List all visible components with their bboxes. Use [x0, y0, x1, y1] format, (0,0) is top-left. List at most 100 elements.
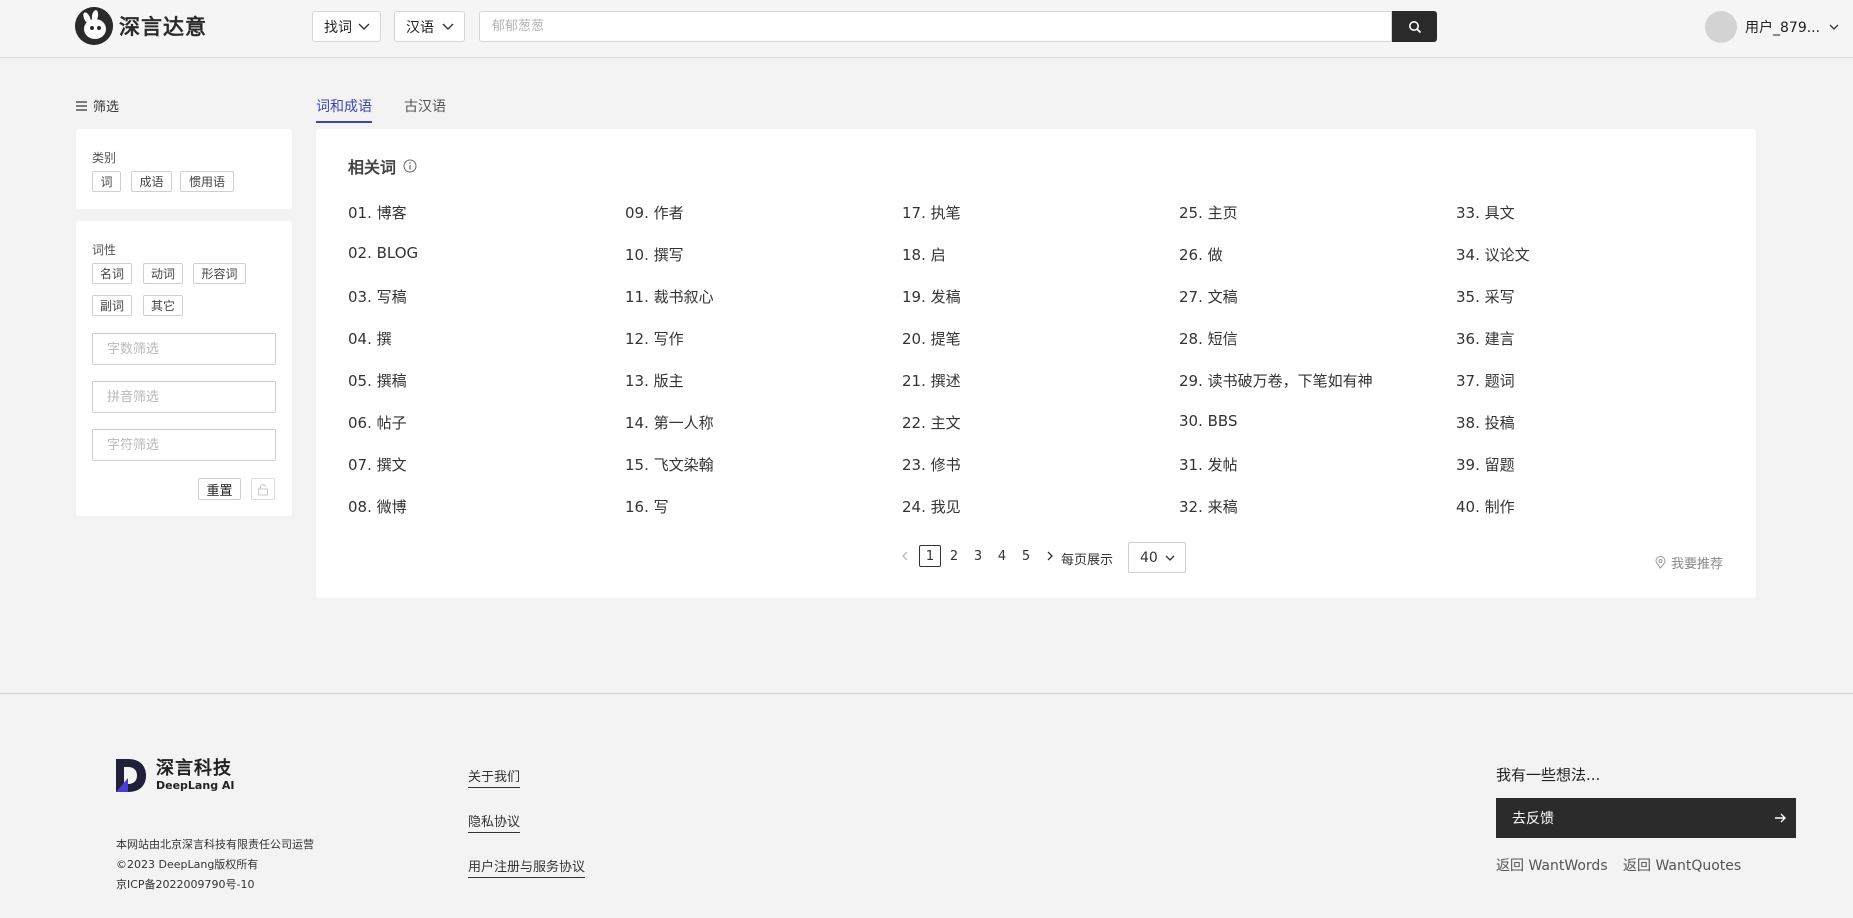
pinyin-input[interactable]	[93, 382, 275, 412]
character-input[interactable]	[93, 430, 275, 460]
result-word[interactable]: 19. 发稿	[902, 286, 961, 307]
feedback-prompt: 我有一些想法...	[1496, 766, 1601, 784]
result-word[interactable]: 02. BLOG	[348, 244, 418, 262]
search-input[interactable]	[480, 12, 1391, 41]
next-page-icon[interactable]	[1044, 550, 1056, 562]
result-word[interactable]: 33. 具文	[1456, 202, 1515, 223]
chip-category-phrase[interactable]: 惯用语	[180, 171, 234, 192]
category-panel	[76, 129, 292, 209]
result-word[interactable]: 29. 读书破万卷，下笔如有神	[1179, 370, 1373, 391]
result-word[interactable]: 37. 题词	[1456, 370, 1515, 391]
chip-pos-adjective[interactable]: 形容词	[193, 263, 246, 284]
result-word[interactable]: 15. 飞文染翰	[625, 454, 714, 475]
mode-select-value: 找词	[324, 19, 352, 36]
result-word[interactable]: 13. 版主	[625, 370, 684, 391]
result-word[interactable]: 31. 发帖	[1179, 454, 1238, 475]
language-select[interactable]: 汉语	[394, 11, 465, 42]
result-word[interactable]: 30. BBS	[1179, 412, 1237, 430]
logo-mark-icon	[75, 7, 113, 45]
footer-copyright: ©2023 DeepLang版权所有	[116, 858, 259, 871]
result-word[interactable]: 21. 撰述	[902, 370, 961, 391]
footer-link-about[interactable]: 关于我们	[468, 766, 521, 788]
chip-pos-noun[interactable]: 名词	[92, 263, 132, 284]
footer-link-terms[interactable]: 用户注册与服务协议	[468, 856, 586, 878]
page-4[interactable]: 4	[991, 545, 1013, 567]
top-header: 深言达意 找词 汉语 用户_879...	[0, 0, 1853, 58]
chevron-down-icon	[442, 23, 454, 30]
search-icon	[1408, 20, 1421, 33]
search-box	[479, 11, 1392, 42]
tab-classical-chinese[interactable]: 古汉语	[404, 96, 446, 116]
result-word[interactable]: 25. 主页	[1179, 202, 1238, 223]
page-1[interactable]: 1	[919, 545, 941, 567]
category-label: 类别	[92, 151, 117, 165]
result-word[interactable]: 38. 投稿	[1456, 412, 1515, 433]
back-wantquotes-link[interactable]: 返回 WantQuotes	[1623, 855, 1741, 875]
prev-page-icon[interactable]	[899, 550, 911, 562]
result-word[interactable]: 39. 留题	[1456, 454, 1515, 475]
page-5[interactable]: 5	[1015, 545, 1037, 567]
result-word[interactable]: 35. 采写	[1456, 286, 1515, 307]
user-name: 用户_879...	[1745, 20, 1821, 36]
result-word[interactable]: 06. 帖子	[348, 412, 407, 433]
result-word[interactable]: 18. 启	[902, 244, 946, 265]
footer-operator: 本网站由北京深言科技有限责任公司运营	[116, 838, 314, 851]
result-word[interactable]: 10. 撰写	[625, 244, 684, 265]
per-page-select[interactable]: 40	[1128, 542, 1186, 573]
result-word[interactable]: 23. 修书	[902, 454, 961, 475]
result-word[interactable]: 26. 做	[1179, 244, 1223, 265]
chip-pos-verb[interactable]: 动词	[143, 263, 183, 284]
page-3[interactable]: 3	[967, 545, 989, 567]
result-word[interactable]: 34. 议论文	[1456, 244, 1530, 265]
result-word[interactable]: 04. 撰	[348, 328, 392, 349]
language-select-value: 汉语	[406, 19, 434, 36]
search-button[interactable]	[1392, 11, 1437, 42]
recommend-link[interactable]: 我要推荐	[1655, 553, 1723, 572]
result-word[interactable]: 22. 主文	[902, 412, 961, 433]
result-word[interactable]: 20. 提笔	[902, 328, 961, 349]
logo-text: 深言达意	[119, 15, 207, 39]
footer-link-privacy[interactable]: 隐私协议	[468, 811, 521, 833]
filter-title-label: 筛选	[93, 100, 120, 115]
feedback-button[interactable]: 去反馈	[1496, 798, 1796, 838]
user-menu[interactable]: 用户_879...	[1705, 11, 1840, 43]
result-word[interactable]: 16. 写	[625, 496, 669, 517]
result-word[interactable]: 01. 博客	[348, 202, 407, 223]
chip-pos-other[interactable]: 其它	[143, 295, 183, 316]
pinyin-filter	[92, 381, 276, 413]
lock-icon	[258, 483, 268, 495]
lock-button[interactable]	[251, 478, 275, 500]
page-2[interactable]: 2	[943, 545, 965, 567]
avatar	[1705, 11, 1737, 43]
result-word[interactable]: 27. 文稿	[1179, 286, 1238, 307]
result-word[interactable]: 40. 制作	[1456, 496, 1515, 517]
char-count-input[interactable]	[93, 334, 275, 364]
company-name-cn: 深言科技	[156, 757, 232, 779]
info-icon[interactable]	[403, 159, 417, 173]
chip-pos-adverb[interactable]: 副词	[92, 295, 132, 316]
chip-category-idiom[interactable]: 成语	[131, 171, 172, 192]
result-word[interactable]: 08. 微博	[348, 496, 407, 517]
chip-category-word[interactable]: 词	[92, 171, 121, 192]
site-logo[interactable]: 深言达意	[75, 7, 207, 45]
tab-words-idioms[interactable]: 词和成语	[316, 96, 372, 116]
result-word[interactable]: 28. 短信	[1179, 328, 1238, 349]
result-word[interactable]: 17. 执笔	[902, 202, 961, 223]
result-word[interactable]: 05. 撰稿	[348, 370, 407, 391]
result-word[interactable]: 12. 写作	[625, 328, 684, 349]
footer-icp[interactable]: 京ICP备2022009790号-10	[116, 876, 255, 892]
result-word[interactable]: 07. 撰文	[348, 454, 407, 475]
company-name-en: DeepLang AI	[156, 778, 235, 792]
result-word[interactable]: 03. 写稿	[348, 286, 407, 307]
pos-label: 词性	[92, 243, 117, 257]
result-word[interactable]: 36. 建言	[1456, 328, 1515, 349]
results-title: 相关词	[348, 154, 417, 178]
result-word[interactable]: 32. 来稿	[1179, 496, 1238, 517]
result-word[interactable]: 14. 第一人称	[625, 412, 714, 433]
reset-button[interactable]: 重置	[198, 478, 241, 500]
result-word[interactable]: 24. 我见	[902, 496, 961, 517]
back-wantwords-link[interactable]: 返回 WantWords	[1496, 855, 1608, 875]
mode-select[interactable]: 找词	[312, 11, 381, 42]
result-word[interactable]: 09. 作者	[625, 202, 684, 223]
result-word[interactable]: 11. 裁书叙心	[625, 286, 714, 307]
